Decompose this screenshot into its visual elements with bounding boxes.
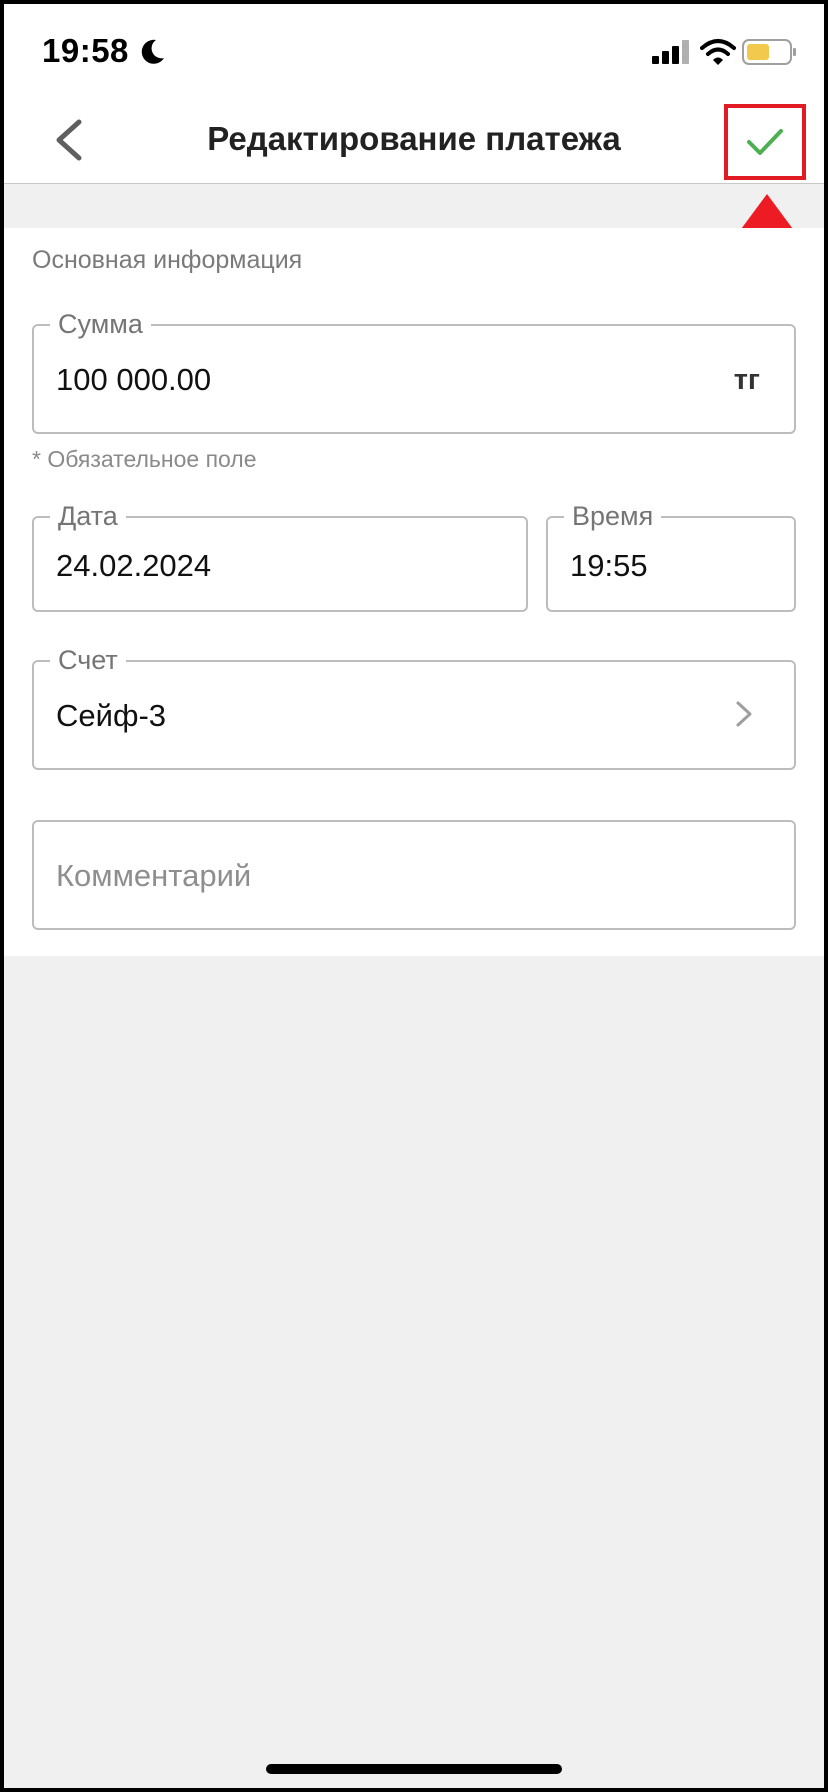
date-label: Дата [50,498,126,534]
wifi-icon [700,39,736,65]
date-value: 24.02.2024 [56,548,212,583]
page-title: Редактирование платежа [207,120,621,157]
time-label: Время [564,498,662,534]
account-field[interactable]: Счет Сейф-3 [32,642,796,770]
comment-placeholder: Комментарий [56,858,252,893]
amount-value: 100 000.00 [56,362,212,397]
required-hint: * Обязательное поле [32,446,257,472]
account-label: Счет [50,642,126,678]
status-time: 19:58 [42,32,129,69]
comment-field[interactable]: Комментарий [32,820,796,930]
amount-field[interactable]: Сумма 100 000.00 тг [32,306,796,434]
app-screen: 19:58 Редактирование платежа Основная ин… [4,4,824,1788]
save-button[interactable] [724,104,806,180]
battery-icon [742,39,796,65]
top-bar: 19:58 Редактирование платежа [4,4,824,184]
moon-icon [141,39,164,64]
cellular-signal-icon [652,40,689,64]
amount-label: Сумма [50,306,151,342]
checkmark-icon [747,129,783,155]
date-field[interactable]: Дата 24.02.2024 [32,498,528,612]
currency-unit: тг [733,364,760,396]
section-title: Основная информация [32,246,303,274]
time-value: 19:55 [570,548,648,583]
chevron-right-icon [736,701,752,727]
home-indicator[interactable] [266,1764,562,1774]
time-field[interactable]: Время 19:55 [546,498,796,612]
payment-form: Основная информация Сумма 100 000.00 тг … [4,228,824,956]
account-value: Сейф-3 [56,698,167,733]
